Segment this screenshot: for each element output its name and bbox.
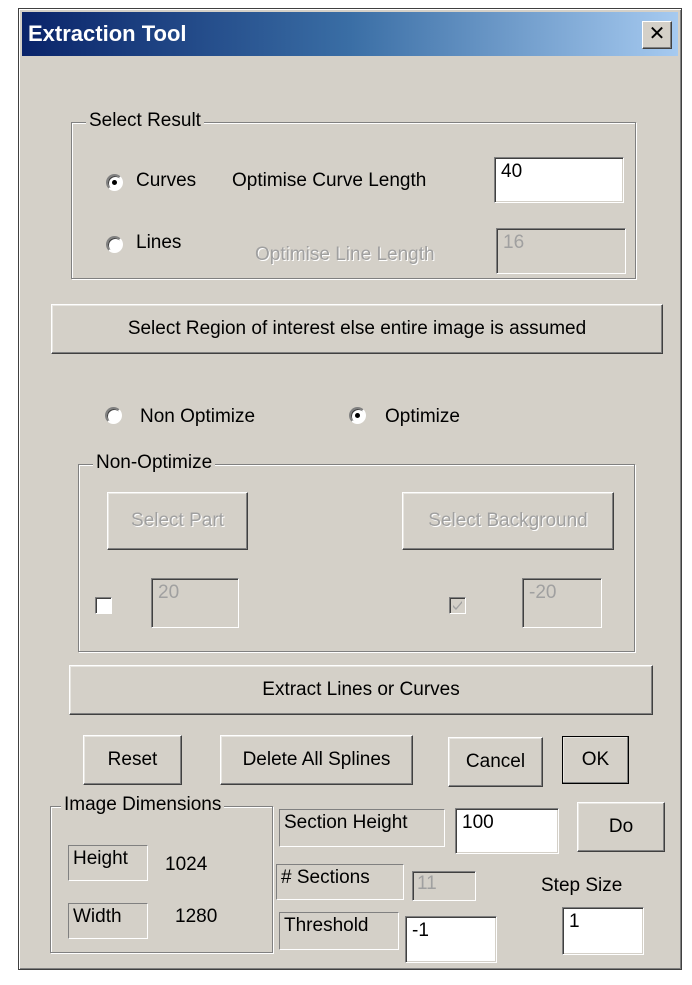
ok-button[interactable]: OK xyxy=(562,736,629,784)
window-title: Extraction Tool xyxy=(28,21,187,46)
lines-label[interactable]: Lines xyxy=(136,232,181,254)
section-height-input[interactable]: 100 xyxy=(455,808,559,854)
checkmark-icon xyxy=(453,601,462,610)
optimise-curve-length-input[interactable]: 40 xyxy=(494,157,624,203)
part-threshold-input[interactable]: 20 xyxy=(151,578,239,628)
section-height-label: Section Height xyxy=(279,809,445,847)
optimise-curve-length-label: Optimise Curve Length xyxy=(232,170,427,191)
non-optimize-group: Non-Optimize Select Part Select Backgrou… xyxy=(78,452,635,652)
select-result-group: Select Result Curves Optimise Curve Leng… xyxy=(71,110,636,279)
background-checkbox[interactable] xyxy=(449,597,466,614)
num-sections-label: # Sections xyxy=(276,864,404,900)
do-button[interactable]: Do xyxy=(577,802,665,852)
non-optimize-group-label: Non-Optimize xyxy=(93,452,216,474)
non-optimize-label[interactable]: Non Optimize xyxy=(140,406,255,428)
delete-all-splines-button[interactable]: Delete All Splines xyxy=(220,735,413,785)
close-icon: ✕ xyxy=(648,23,666,45)
radio-selected-dot xyxy=(355,413,360,418)
select-background-button[interactable]: Select Background xyxy=(402,492,614,550)
non-optimize-radio[interactable] xyxy=(105,407,122,424)
select-region-button[interactable]: Select Region of interest else entire im… xyxy=(51,304,663,354)
optimise-line-length-input[interactable]: 16 xyxy=(496,228,626,274)
optimize-radio[interactable] xyxy=(349,407,366,424)
threshold-label: Threshold xyxy=(279,912,399,950)
part-checkbox[interactable] xyxy=(95,597,112,614)
close-button[interactable]: ✕ xyxy=(642,21,672,49)
select-part-button[interactable]: Select Part xyxy=(107,492,248,550)
step-size-label: Step Size xyxy=(541,875,623,896)
num-sections-field: 11 xyxy=(412,871,476,901)
threshold-input[interactable]: -1 xyxy=(405,916,497,963)
radio-selected-dot xyxy=(112,180,117,185)
title-bar[interactable]: Extraction Tool ✕ xyxy=(22,12,678,56)
reset-button[interactable]: Reset xyxy=(83,735,182,785)
width-value: 1280 xyxy=(175,906,218,927)
image-dimensions-group-label: Image Dimensions xyxy=(61,794,225,816)
select-result-group-label: Select Result xyxy=(86,110,204,132)
extraction-tool-dialog: Extraction Tool ✕ Select Result Curves O… xyxy=(18,8,682,970)
width-label: Width xyxy=(68,903,148,939)
curves-radio[interactable] xyxy=(106,174,123,191)
background-threshold-input[interactable]: -20 xyxy=(522,578,602,628)
optimise-line-length-label: Optimise Line Length xyxy=(255,244,435,265)
step-size-input[interactable]: 1 xyxy=(562,907,644,955)
lines-radio[interactable] xyxy=(106,236,123,253)
curves-label[interactable]: Curves xyxy=(136,170,196,192)
image-dimensions-group: Image Dimensions Height 1024 Width 1280 xyxy=(50,794,273,953)
height-label: Height xyxy=(68,845,148,881)
optimize-label[interactable]: Optimize xyxy=(385,406,460,428)
height-value: 1024 xyxy=(165,854,208,875)
extract-lines-or-curves-button[interactable]: Extract Lines or Curves xyxy=(69,665,653,715)
cancel-button[interactable]: Cancel xyxy=(448,737,543,787)
